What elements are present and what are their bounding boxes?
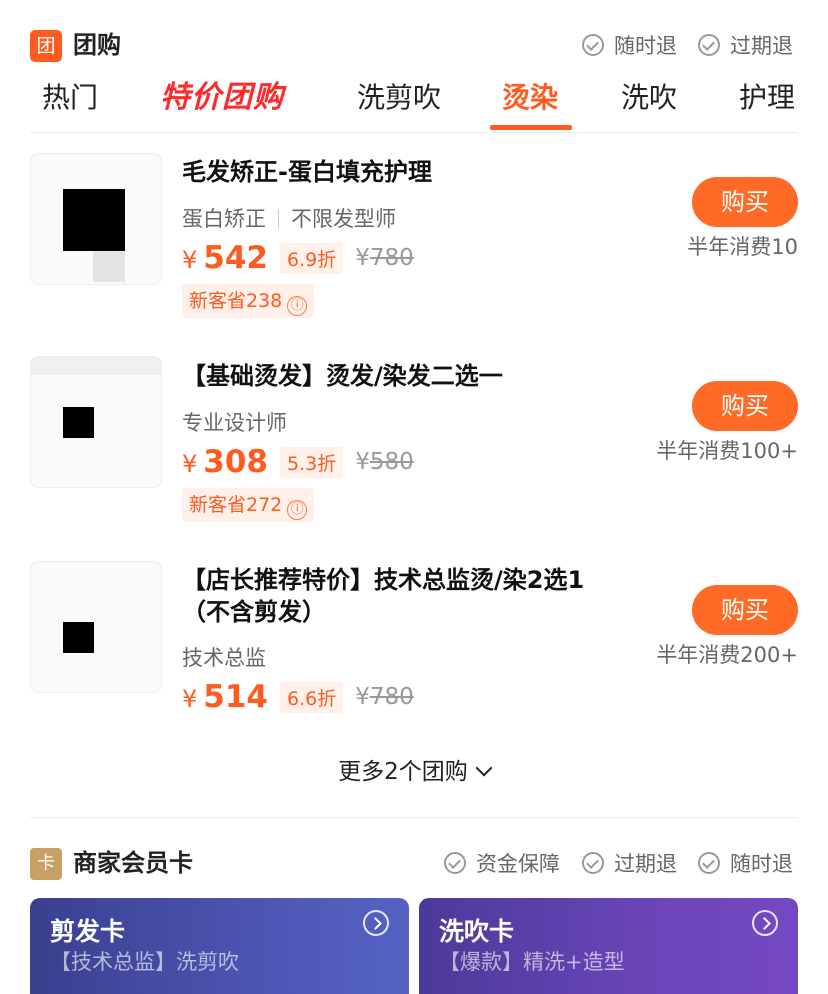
- divider: [30, 817, 798, 818]
- deal-price: ¥514: [182, 679, 268, 715]
- deal-thumbnail[interactable]: [30, 561, 162, 693]
- card-badge-icon: 卡: [30, 848, 62, 880]
- deal-title[interactable]: 毛发矫正-蛋白填充护理: [182, 156, 632, 188]
- guarantee-anytime-refund: 随时退: [582, 28, 677, 62]
- sales-count: 半年消费10: [687, 235, 798, 259]
- original-price: ¥780: [355, 684, 414, 710]
- new-customer-coupon[interactable]: 新客省238 ⓘ: [182, 284, 315, 318]
- buy-button[interactable]: 购买: [692, 381, 798, 431]
- membership-title: 商家会员卡: [73, 849, 193, 877]
- info-icon[interactable]: ⓘ: [287, 296, 308, 316]
- discount-badge: 6.9折: [280, 242, 344, 274]
- discount-badge: 6.6折: [280, 681, 344, 713]
- tab-special-deal[interactable]: 特价团购: [160, 78, 284, 118]
- check-circle-icon: [698, 852, 720, 874]
- card-subtitle: 【爆款】精洗+造型: [439, 950, 625, 974]
- guarantee-anytime-refund: 随时退: [698, 846, 793, 880]
- category-tabs: 热门 特价团购 洗剪吹 烫染 洗吹 护理: [0, 72, 828, 132]
- original-price: ¥580: [355, 449, 414, 475]
- deal-tags: 蛋白矫正 不限发型师: [182, 207, 396, 231]
- check-circle-icon: [444, 852, 466, 874]
- check-circle-icon: [582, 852, 604, 874]
- discount-badge: 5.3折: [280, 446, 344, 478]
- deal-price: ¥308: [182, 444, 268, 480]
- membership-card-wash-blow[interactable]: 洗吹卡 【爆款】精洗+造型: [419, 898, 798, 994]
- membership-header: 卡 商家会员卡 资金保障 过期退 随时退: [30, 846, 798, 880]
- group-buy-badge-icon: 团: [30, 30, 62, 62]
- guarantee-expiry-refund: 过期退: [698, 28, 793, 62]
- tab-hot[interactable]: 热门: [42, 78, 98, 118]
- deal-title[interactable]: 【店长推荐特价】技术总监烫/染2选1（不含剪发）: [182, 564, 632, 628]
- deal-price-row: ¥514 6.6折 ¥780: [182, 677, 414, 717]
- deal-tags: 技术总监: [182, 646, 266, 670]
- deal-price: ¥542: [182, 240, 268, 276]
- card-title: 洗吹卡: [439, 917, 515, 946]
- tab-wash-cut-blow[interactable]: 洗剪吹: [357, 78, 441, 118]
- section-title: 团购: [73, 31, 121, 59]
- card-title: 剪发卡: [50, 917, 126, 946]
- group-buy-header: 团 团购 随时退 过期退: [30, 28, 798, 62]
- buy-button[interactable]: 购买: [692, 585, 798, 635]
- card-subtitle: 【技术总监】洗剪吹: [50, 950, 239, 974]
- deal-title[interactable]: 【基础烫发】烫发/染发二选一: [182, 360, 632, 392]
- deal-tags: 专业设计师: [182, 411, 287, 435]
- more-deals-link[interactable]: 更多2个团购: [0, 754, 828, 790]
- deal-price-row: ¥308 5.3折 ¥580: [182, 442, 414, 482]
- chevron-down-icon: [475, 759, 493, 777]
- guarantee-expiry-refund: 过期退: [582, 846, 677, 880]
- active-tab-indicator: [490, 125, 572, 130]
- tab-perm-dye[interactable]: 烫染: [502, 78, 558, 118]
- deal-price-row: ¥542 6.9折 ¥780: [182, 238, 414, 278]
- membership-card-haircut[interactable]: 剪发卡 【技术总监】洗剪吹: [30, 898, 409, 994]
- tab-care[interactable]: 护理: [739, 78, 795, 118]
- check-circle-icon: [698, 34, 720, 56]
- guarantee-fund-security: 资金保障: [444, 846, 560, 880]
- deal-thumbnail[interactable]: [30, 153, 162, 285]
- chevron-right-circle-icon[interactable]: [752, 910, 778, 936]
- original-price: ¥780: [355, 245, 414, 271]
- deal-thumbnail[interactable]: [30, 356, 162, 488]
- buy-button[interactable]: 购买: [692, 177, 798, 227]
- chevron-right-circle-icon[interactable]: [363, 910, 389, 936]
- sales-count: 半年消费100+: [656, 439, 798, 463]
- divider: [30, 132, 798, 133]
- sales-count: 半年消费200+: [656, 643, 798, 667]
- check-circle-icon: [582, 34, 604, 56]
- new-customer-coupon[interactable]: 新客省272 ⓘ: [182, 488, 315, 522]
- info-icon[interactable]: ⓘ: [287, 500, 308, 520]
- tab-wash-blow[interactable]: 洗吹: [621, 78, 677, 118]
